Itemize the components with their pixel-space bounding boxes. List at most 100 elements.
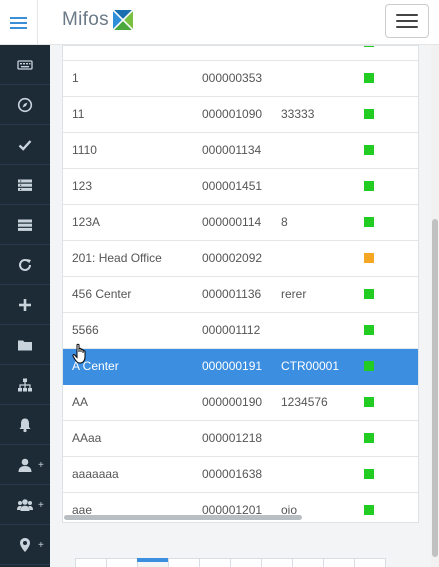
center-name: 1110 [72,143,97,157]
status-indicator [364,469,374,479]
sidebar-item-notifications[interactable] [0,405,50,445]
account-number: 000002092 [202,251,263,265]
table-row[interactable]: 11 000001090 33333 [63,97,418,133]
pagination-item[interactable] [230,558,262,567]
status-indicator [364,397,374,407]
users-icon [17,498,33,511]
pagination-item-active[interactable] [137,558,169,562]
table-row[interactable]: 1 000000353 [63,61,418,97]
center-name: aaaaaaa [72,467,119,481]
sidebar: + + + [0,45,50,567]
user-icon [18,458,32,472]
status-indicator [364,109,374,119]
compass-icon [17,97,33,112]
mifos-logo-icon [112,10,133,30]
sidebar-item-refresh[interactable] [0,245,50,285]
map-marker-icon [20,537,30,552]
main-content: 1 000000353 11 000001090 33333 1110 000001134 1… [50,45,431,567]
status-indicator [364,145,374,155]
menu-toggle-button[interactable] [385,4,429,38]
external-id: CTR00001 [281,359,340,373]
status-indicator [364,325,374,335]
sidebar-item-add-group[interactable]: + [0,485,50,525]
account-number: 000001136 [202,287,262,301]
table-row[interactable]: AAaa 000001218 [63,421,418,457]
sidebar-item-add-center[interactable]: + [0,525,50,565]
account-number: 000001134 [202,143,262,157]
external-id: 33333 [281,107,315,121]
sidebar-item-list[interactable] [0,165,50,205]
center-name: 11 [72,107,85,121]
horizontal-scrollbar[interactable] [64,515,302,520]
top-bar: Mifos [0,0,439,45]
center-name: 456 Center [72,287,132,301]
table-row[interactable]: AA 000000190 1234576 [63,385,418,421]
folder-icon [18,340,32,350]
account-number: 000000114 [202,215,262,229]
external-id: 8 [281,215,288,229]
sidebar-item-folder[interactable] [0,325,50,365]
table-row[interactable]: 201: Head Office 000002092 [63,241,418,277]
table-row[interactable]: 456 Center 000001136 rerer [63,277,418,313]
table-row[interactable]: 1110 000001134 [63,133,418,169]
account-number: 000001218 [202,431,263,445]
pagination-item[interactable] [354,558,386,567]
status-indicator [364,217,374,227]
table-row-partial[interactable] [63,46,418,61]
status-indicator [364,505,374,515]
plus-icon [19,298,31,311]
list-alt-icon [18,219,32,231]
center-name: 201: Head Office [72,251,162,265]
status-indicator [364,46,374,47]
pagination-item[interactable] [261,558,293,567]
center-name: 123A [72,215,101,229]
brand-name: Mifos [62,9,109,30]
pagination-item[interactable] [106,558,138,567]
account-number: 000000190 [202,395,263,409]
status-indicator [364,181,374,191]
sidebar-item-compass[interactable] [0,85,50,125]
account-number: 000001638 [202,467,263,481]
pagination-item[interactable] [292,558,324,567]
bell-icon [19,418,31,432]
sidebar-item-keyboard[interactable] [0,45,50,85]
add-center-plus: + [38,540,44,551]
status-indicator [364,433,374,443]
pagination-item[interactable] [75,558,107,567]
brand[interactable]: Mifos [62,9,133,31]
center-name: AA [72,395,89,409]
sitemap-icon [18,378,32,391]
table-row[interactable]: 5566 000001112 [63,313,418,349]
table-row[interactable]: aaaaaaa 000001638 [63,457,418,493]
sidebar-item-organization[interactable] [0,365,50,405]
list-icon [18,179,32,191]
sidebar-toggle-icon[interactable] [0,0,38,45]
hand-cursor-icon [72,343,86,364]
pagination-item[interactable] [199,558,231,567]
account-number: 000001451 [202,179,263,193]
sidebar-item-add[interactable] [0,285,50,325]
external-id: rerer [281,287,307,301]
status-indicator [364,289,374,299]
pagination-item[interactable] [323,558,355,567]
status-indicator [364,73,374,83]
status-indicator [364,361,374,371]
keyboard-icon [17,59,33,70]
center-name: 1 [72,71,79,85]
account-number: 000001090 [202,107,263,121]
table-row[interactable]: 123 000001451 [63,169,418,205]
center-name: AAaa [72,431,102,445]
pagination [75,558,386,567]
pagination-item[interactable] [168,558,200,567]
status-indicator [364,253,374,263]
account-number: 000000191 [202,359,263,373]
page-scrollbar-thumb[interactable] [432,219,438,557]
table-row[interactable]: 123A 000000114 8 [63,205,418,241]
sidebar-item-check[interactable] [0,125,50,165]
table-row-selected[interactable]: A Center 000000191 CTR00001 [63,349,418,385]
sidebar-item-list-alt[interactable] [0,205,50,245]
center-name: 123 [72,179,93,193]
sidebar-item-add-client[interactable]: + [0,445,50,485]
check-icon [18,139,32,151]
external-id: 1234576 [281,395,328,409]
